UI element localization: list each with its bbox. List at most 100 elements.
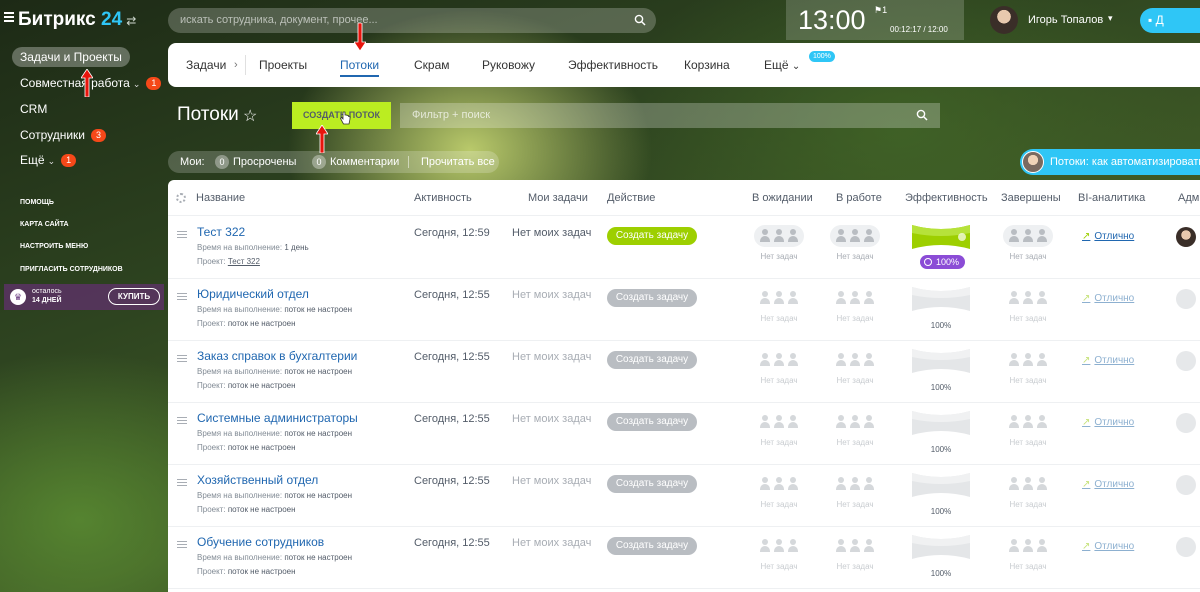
waiting-avatars[interactable]: [754, 411, 804, 433]
tab-trash[interactable]: Корзина: [684, 43, 730, 87]
search-icon[interactable]: [634, 14, 646, 26]
in-progress-avatars[interactable]: [830, 535, 880, 557]
filter-search-input[interactable]: Фильтр + поиск: [400, 103, 940, 128]
drag-handle-icon[interactable]: [177, 355, 187, 363]
sidebar-link-invite[interactable]: Пригласить сотрудников: [20, 266, 123, 273]
column-header-name[interactable]: Название: [196, 180, 245, 216]
counter-comments[interactable]: 0 Комментарии: [312, 151, 399, 173]
tab-efficiency[interactable]: Эффективность: [568, 43, 658, 87]
drag-handle-icon[interactable]: [177, 541, 187, 549]
in-progress-avatars[interactable]: [830, 287, 880, 309]
drag-handle-icon[interactable]: [177, 479, 187, 487]
drag-handle-icon[interactable]: [177, 417, 187, 425]
bi-analytics-link[interactable]: ↗ Отлично: [1082, 541, 1134, 552]
efficiency-chart[interactable]: [910, 223, 972, 251]
done-avatars[interactable]: [1003, 349, 1053, 371]
create-task-button[interactable]: Создать задачу: [607, 351, 697, 369]
waiting-avatars[interactable]: [754, 535, 804, 557]
efficiency-chart[interactable]: [910, 409, 972, 437]
create-task-button[interactable]: Создать задачу: [607, 537, 697, 555]
promo-banner[interactable]: Потоки: как автоматизировать: [1020, 149, 1200, 175]
table-row[interactable]: Обучение сотрудников Время на выполнение:…: [168, 527, 1200, 589]
user-name[interactable]: Игорь Топалов: [1028, 14, 1103, 26]
waiting-avatars[interactable]: [754, 473, 804, 495]
waiting-avatars[interactable]: [754, 287, 804, 309]
tab-supervising[interactable]: Руковожу: [482, 43, 535, 87]
sidebar-item-tasks[interactable]: Задачи и Проекты: [12, 47, 130, 67]
waiting-avatars[interactable]: [754, 349, 804, 371]
create-task-button[interactable]: Создать задачу: [607, 227, 697, 245]
avatar[interactable]: [1176, 351, 1196, 371]
efficiency-chart[interactable]: [910, 285, 972, 313]
bi-analytics-link[interactable]: ↗ Отлично: [1082, 293, 1134, 304]
flow-name-link[interactable]: Юридический отдел: [197, 287, 309, 301]
table-row[interactable]: Юридический отдел Время на выполнение: по…: [168, 279, 1200, 341]
counter-overdue[interactable]: 0 Просрочены: [215, 151, 296, 173]
work-day-widget[interactable]: 13:00 ⚑1 00:12:17 / 12:00: [786, 0, 964, 40]
in-progress-avatars[interactable]: [830, 411, 880, 433]
buy-button[interactable]: КУПИТЬ: [108, 288, 160, 305]
waiting-avatars[interactable]: [754, 225, 804, 247]
chat-button[interactable]: ▪ Д: [1140, 8, 1200, 33]
done-avatars[interactable]: [1003, 473, 1053, 495]
sidebar-item-employees[interactable]: Сотрудники 3: [12, 125, 114, 145]
tab-projects[interactable]: Проекты: [259, 43, 307, 87]
star-icon[interactable]: ☆: [243, 106, 257, 126]
avatar[interactable]: [1176, 413, 1196, 433]
column-header-bi[interactable]: BI-аналитика: [1078, 180, 1145, 216]
search-input[interactable]: искать сотрудника, документ, прочее...: [168, 8, 656, 33]
column-header-admin[interactable]: Адм: [1178, 180, 1199, 216]
switch-icon[interactable]: ⇄: [126, 14, 136, 28]
tab-scrum[interactable]: Скрам: [414, 43, 450, 87]
avatar[interactable]: [990, 6, 1018, 34]
sidebar-item-crm[interactable]: CRM: [12, 99, 55, 119]
column-header-done[interactable]: Завершены: [1001, 180, 1061, 216]
done-avatars[interactable]: [1003, 411, 1053, 433]
create-task-button[interactable]: Создать задачу: [607, 475, 697, 493]
create-task-button[interactable]: Создать задачу: [607, 289, 697, 307]
hamburger-icon[interactable]: [4, 12, 14, 22]
tab-tasks[interactable]: Задачи: [186, 43, 226, 87]
flow-project-value[interactable]: Тест 322: [228, 257, 260, 266]
sidebar-link-configure-menu[interactable]: Настроить меню: [20, 243, 88, 250]
bi-analytics-link[interactable]: ↗ Отлично: [1082, 479, 1134, 490]
flow-name-link[interactable]: Тест 322: [197, 225, 245, 239]
in-progress-avatars[interactable]: [830, 349, 880, 371]
in-progress-avatars[interactable]: [830, 473, 880, 495]
gear-icon[interactable]: [176, 193, 186, 203]
avatar[interactable]: [1176, 475, 1196, 495]
avatar[interactable]: [1176, 289, 1196, 309]
efficiency-chart[interactable]: [910, 471, 972, 499]
column-header-action[interactable]: Действие: [607, 180, 655, 216]
column-header-my-tasks[interactable]: Мои задачи: [528, 180, 588, 216]
column-header-in-progress[interactable]: В работе: [836, 180, 882, 216]
bi-analytics-link[interactable]: ↗ Отлично: [1082, 355, 1134, 366]
column-header-activity[interactable]: Активность: [414, 180, 472, 216]
efficiency-chart[interactable]: [910, 533, 972, 561]
sidebar-link-sitemap[interactable]: Карта сайта: [20, 221, 69, 228]
table-row[interactable]: Заказ справок в бухгалтерии Время на выпо…: [168, 341, 1200, 403]
flow-name-link[interactable]: Заказ справок в бухгалтерии: [197, 349, 357, 363]
chevron-down-icon[interactable]: ▾: [1108, 13, 1113, 24]
done-avatars[interactable]: [1003, 287, 1053, 309]
bi-analytics-link[interactable]: ↗ Отлично: [1082, 417, 1134, 428]
column-header-efficiency[interactable]: Эффективность: [905, 180, 988, 216]
done-avatars[interactable]: [1003, 225, 1053, 247]
table-row[interactable]: Тест 322 Время на выполнение: 1 день Проек…: [168, 217, 1200, 279]
avatar[interactable]: [1176, 537, 1196, 557]
column-header-waiting[interactable]: В ожидании: [752, 180, 813, 216]
sidebar-item-more[interactable]: Ещё ⌄ 1: [12, 150, 84, 170]
table-row[interactable]: Хозяйственный отдел Время на выполнение: …: [168, 465, 1200, 527]
drag-handle-icon[interactable]: [177, 231, 187, 239]
create-task-button[interactable]: Создать задачу: [607, 413, 697, 431]
read-all-button[interactable]: Прочитать все: [421, 151, 495, 173]
search-icon[interactable]: [916, 109, 928, 121]
flow-name-link[interactable]: Обучение сотрудников: [197, 535, 324, 549]
flow-name-link[interactable]: Хозяйственный отдел: [197, 473, 318, 487]
efficiency-chart[interactable]: [910, 347, 972, 375]
logo[interactable]: Битрикс 24 ⇄: [18, 9, 136, 31]
tab-more[interactable]: Ещё ⌄: [764, 43, 800, 87]
table-row[interactable]: Системные администраторы Время на выполне…: [168, 403, 1200, 465]
avatar[interactable]: [1176, 227, 1196, 247]
sidebar-link-help[interactable]: Помощь: [20, 199, 54, 206]
